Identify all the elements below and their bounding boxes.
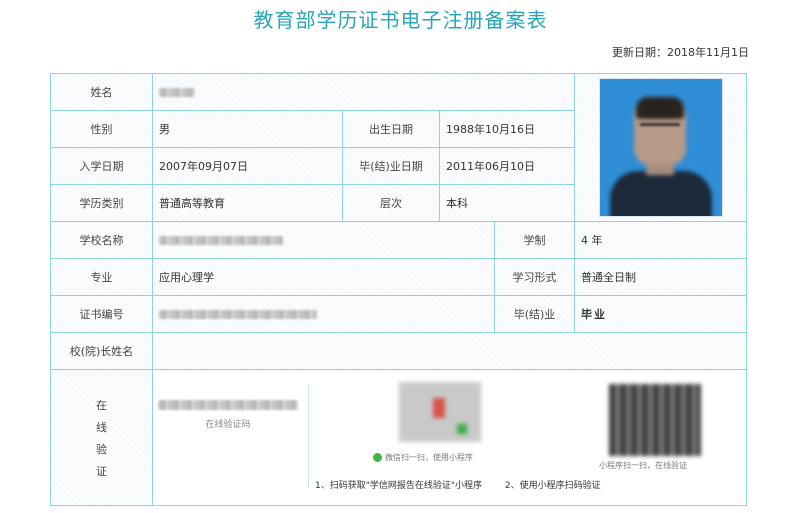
value-level: 本科 xyxy=(439,184,575,222)
photo-cell xyxy=(574,73,747,222)
verify-char-3: 验 xyxy=(96,442,107,456)
label-cert-no: 证书编号 xyxy=(50,295,153,333)
verify-divider xyxy=(308,384,309,488)
label-study-mode: 学习形式 xyxy=(494,258,575,296)
blurred-verify-code xyxy=(158,400,298,410)
label-school-name: 学校名称 xyxy=(50,221,153,259)
value-gender: 男 xyxy=(152,110,343,148)
verify-char-1: 在 xyxy=(96,398,107,412)
label-graduation-status: 毕(结)业 xyxy=(494,295,575,333)
label-graduation-date: 毕(结)业日期 xyxy=(342,147,440,185)
verify-code-block: 在线验证码 xyxy=(154,398,304,430)
blurred-name xyxy=(159,88,195,97)
value-graduation-status: 毕业 xyxy=(574,295,747,333)
label-gender: 性别 xyxy=(50,110,153,148)
label-enroll-date: 入学日期 xyxy=(50,147,153,185)
label-level: 层次 xyxy=(342,184,440,222)
miniprogram-caption: 小程序扫一扫，在线验证 xyxy=(599,461,687,470)
label-president-name: 校(院)长姓名 xyxy=(50,332,153,370)
label-birth-date: 出生日期 xyxy=(342,110,440,148)
verify-step-1: 1、扫码获取"学信网报告在线验证"小程序 xyxy=(315,481,483,491)
value-duration: 4 年 xyxy=(574,221,747,259)
value-cert-no xyxy=(152,295,495,333)
value-graduation-date: 2011年06月10日 xyxy=(439,147,575,185)
verify-qr-code[interactable] xyxy=(609,384,701,456)
wechat-miniprogram-qr[interactable] xyxy=(399,382,481,442)
value-major: 应用心理学 xyxy=(152,258,495,296)
wechat-caption-text: 微信扫一扫，使用小程序 xyxy=(385,453,473,462)
value-education-type: 普通高等教育 xyxy=(152,184,343,222)
wechat-caption: 微信扫一扫，使用小程序 xyxy=(373,452,473,463)
page-title: 教育部学历证书电子注册备案表 xyxy=(253,8,548,32)
verify-step-2: 2、使用小程序扫码验证 xyxy=(504,481,601,491)
label-online-verify: 在 线 验 证 xyxy=(50,369,153,506)
verify-char-4: 证 xyxy=(96,464,107,478)
blurred-cert-no xyxy=(159,310,317,319)
update-date: 更新日期：2018年11月1日 xyxy=(612,46,749,59)
student-photo xyxy=(598,78,723,217)
wechat-icon xyxy=(373,453,382,462)
verify-code-caption: 在线验证码 xyxy=(205,420,251,430)
label-major: 专业 xyxy=(50,258,153,296)
value-president-name xyxy=(152,332,747,370)
registration-form-table: 姓名 性别 男 出生日期 1988年10月16日 入学日期 2007年09月07… xyxy=(50,73,747,506)
label-duration: 学制 xyxy=(494,221,575,259)
verify-char-2: 线 xyxy=(96,420,107,434)
value-enroll-date: 2007年09月07日 xyxy=(152,147,343,185)
value-birth-date: 1988年10月16日 xyxy=(439,110,575,148)
label-education-type: 学历类别 xyxy=(50,184,153,222)
verify-instructions: 1、扫码获取"学信网报告在线验证"小程序 2、使用小程序扫码验证 xyxy=(315,478,601,491)
blurred-school-name xyxy=(159,236,283,245)
label-name: 姓名 xyxy=(50,73,153,111)
value-study-mode: 普通全日制 xyxy=(574,258,747,296)
online-verify-section: 在线验证码 微信扫一扫，使用小程序 小程序扫一扫，在线验证 1、扫码获取"学信网… xyxy=(152,369,747,506)
value-name xyxy=(152,73,575,111)
value-school-name xyxy=(152,221,495,259)
